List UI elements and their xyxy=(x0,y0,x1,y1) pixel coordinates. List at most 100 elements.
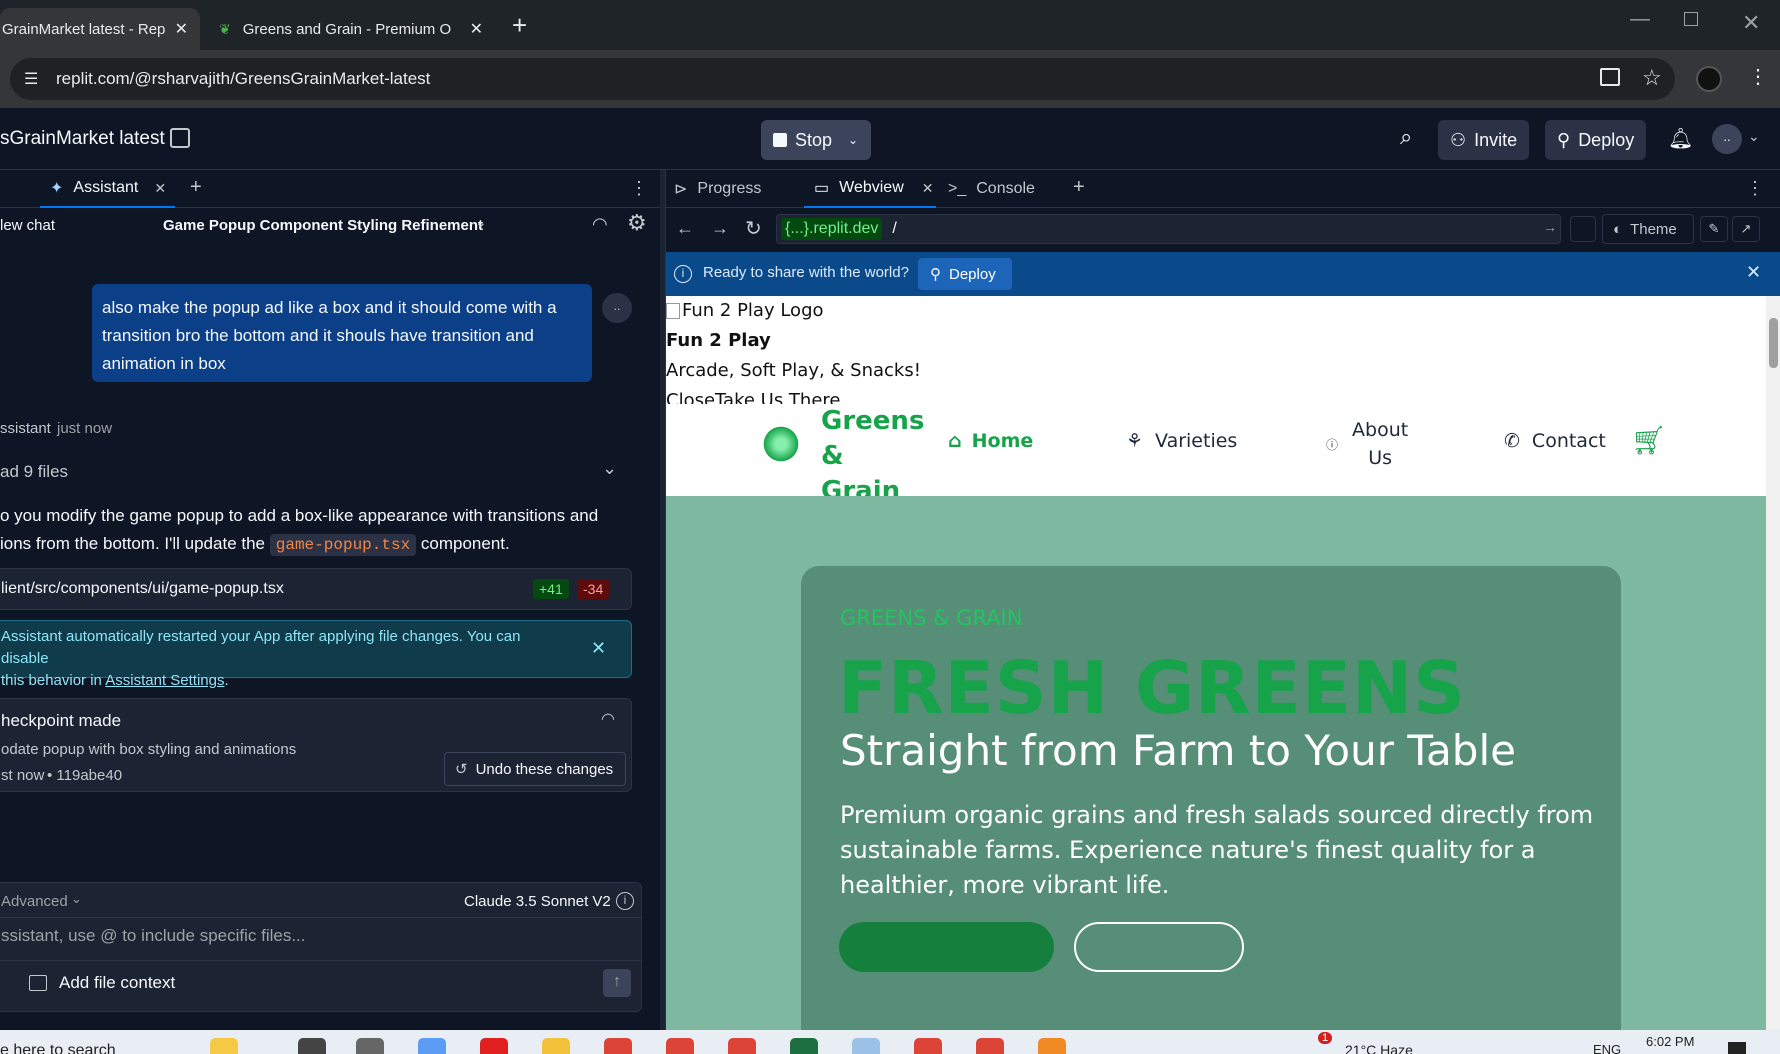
chrome-icon[interactable] xyxy=(976,1038,1004,1054)
gear-icon[interactable]: ⚙ xyxy=(627,210,647,236)
nav-contact[interactable]: ✆ Contact xyxy=(1504,430,1606,452)
avatar[interactable]: .. xyxy=(1712,124,1742,154)
chrome-icon[interactable] xyxy=(728,1038,756,1054)
reload-icon[interactable]: ↻ xyxy=(745,216,762,241)
site-brand[interactable]: Greens & Grain xyxy=(821,404,924,509)
search-icon[interactable] xyxy=(298,1038,326,1054)
browser-tab-active[interactable]: GrainMarket latest - Rep ✕ xyxy=(0,8,200,50)
undo-label: Undo these changes xyxy=(475,760,614,778)
new-tab-icon[interactable]: + xyxy=(512,10,527,41)
copilot-icon[interactable] xyxy=(418,1038,446,1054)
back-icon[interactable]: ← xyxy=(676,218,694,239)
notification-badge: 1 xyxy=(1318,1032,1333,1044)
profile-avatar[interactable] xyxy=(1696,66,1722,92)
open-external-icon[interactable]: ↗ xyxy=(1732,216,1760,242)
webview-url-field[interactable]: {...}.replit.dev / → xyxy=(776,214,1561,244)
bell-icon[interactable]: 🔔︎ xyxy=(1668,126,1693,151)
chrome-icon[interactable] xyxy=(666,1038,694,1054)
devices-icon[interactable] xyxy=(1570,216,1596,242)
new-tab-icon[interactable]: + xyxy=(190,176,202,199)
send-button[interactable]: ↑ xyxy=(603,969,631,997)
add-file-context-icon[interactable] xyxy=(29,975,47,991)
nav-home[interactable]: ⌂ Home xyxy=(948,430,1033,452)
add-file-context-button[interactable]: Add file context xyxy=(59,973,175,993)
info-icon[interactable]: i xyxy=(616,892,634,910)
forward-icon[interactable]: → xyxy=(711,218,729,239)
tab-assistant[interactable]: ✦ Assistant ✕ xyxy=(40,170,175,208)
notification-icon[interactable] xyxy=(1728,1042,1746,1054)
language-indicator[interactable]: ENG xyxy=(1593,1042,1621,1054)
sender-label: ssistant xyxy=(0,420,51,437)
invite-button[interactable]: ⚇ Invite xyxy=(1438,120,1530,160)
new-chat-link[interactable]: lew chat xyxy=(0,217,55,234)
task-view-icon[interactable] xyxy=(356,1038,384,1054)
chrome-icon[interactable] xyxy=(604,1038,632,1054)
advanced-toggle[interactable]: Advanced xyxy=(1,893,68,910)
new-tab-icon[interactable]: + xyxy=(1073,176,1085,199)
hero-secondary-button[interactable] xyxy=(1074,922,1244,972)
app-icon[interactable] xyxy=(1038,1038,1066,1054)
file-tree-icon[interactable] xyxy=(170,128,190,148)
star-icon[interactable]: ☆ xyxy=(1642,65,1662,91)
project-name[interactable]: sGrainMarket latest xyxy=(0,128,165,150)
webview-scrollbar[interactable] xyxy=(1766,296,1780,1030)
scroll-thumb[interactable] xyxy=(1769,318,1778,368)
nav-varieties[interactable]: ⚘ Varieties xyxy=(1126,430,1237,452)
site-info-icon[interactable]: ☰ xyxy=(24,69,38,89)
hero-primary-button[interactable] xyxy=(839,922,1054,972)
read-files-summary[interactable]: ad 9 files xyxy=(0,462,68,482)
clock[interactable]: 6:02 PM xyxy=(1646,1034,1694,1049)
close-icon[interactable]: ✕ xyxy=(154,180,166,197)
chevron-down-icon[interactable]: ⌄ xyxy=(1748,128,1760,145)
taskbar-search[interactable]: e here to search xyxy=(0,1042,116,1054)
assistant-settings-link[interactable]: Assistant Settings xyxy=(105,672,224,689)
chevron-down-icon[interactable]: ⌄ xyxy=(602,458,617,479)
close-window-icon[interactable]: ✕ xyxy=(1742,10,1760,36)
folder-icon[interactable] xyxy=(542,1038,570,1054)
tab-console[interactable]: >_ Console xyxy=(942,170,1035,208)
stop-button[interactable]: Stop ⌄ xyxy=(761,120,871,160)
assistant-input[interactable]: ssistant, use @ to include specific file… xyxy=(0,917,641,961)
search-icon[interactable]: ⌕ xyxy=(1400,124,1412,150)
chat-title[interactable]: Game Popup Component Styling Refinement xyxy=(163,217,483,234)
url-field[interactable]: ☰ replit.com/@rsharvajith/GreensGrainMar… xyxy=(10,58,1675,100)
tab-webview[interactable]: ▭ Webview ✕ xyxy=(804,170,936,208)
devtools-icon[interactable]: ✎ xyxy=(1700,216,1728,242)
paint-icon[interactable] xyxy=(852,1038,880,1054)
close-icon[interactable]: ✕ xyxy=(591,637,606,659)
close-icon[interactable]: ✕ xyxy=(470,19,483,39)
nav-about[interactable]: ⓘ About Us xyxy=(1326,416,1408,472)
chrome-icon[interactable] xyxy=(914,1038,942,1054)
deploy-button[interactable]: ⚲ Deploy xyxy=(1545,120,1647,160)
undo-icon: ↺ xyxy=(455,761,468,778)
theme-button[interactable]: ◐ Theme xyxy=(1602,214,1694,244)
close-icon[interactable]: ✕ xyxy=(175,19,188,39)
tab-progress[interactable]: ⊳ Progress xyxy=(674,170,761,208)
menu-kebab-icon[interactable]: ⋮ xyxy=(1748,64,1768,89)
close-icon[interactable]: ✕ xyxy=(1746,262,1761,283)
youtube-icon[interactable] xyxy=(480,1038,508,1054)
close-icon[interactable]: ✕ xyxy=(922,180,934,197)
install-icon[interactable] xyxy=(1600,68,1620,86)
chevron-down-icon[interactable]: ⌄ xyxy=(475,214,487,231)
restore-icon[interactable] xyxy=(1684,12,1698,26)
undo-button[interactable]: ↺ Undo these changes xyxy=(444,752,626,786)
file-change-card[interactable]: lient/src/components/ui/game-popup.tsx +… xyxy=(0,568,632,610)
theme-label: Theme xyxy=(1630,220,1677,238)
browser-tab[interactable]: ❦ Greens and Grain - Premium O ✕ xyxy=(205,8,495,50)
site-logo[interactable] xyxy=(761,424,801,464)
weather-text[interactable]: 21°C Haze xyxy=(1345,1042,1413,1054)
minimize-icon[interactable]: — xyxy=(1630,8,1650,31)
go-icon[interactable]: → xyxy=(1543,219,1557,235)
gauge-icon[interactable]: ◠ xyxy=(592,214,608,235)
chevron-down-icon[interactable]: ⌄ xyxy=(848,133,858,147)
share-deploy-button[interactable]: ⚲ Deploy xyxy=(918,258,1012,290)
widget-icon[interactable] xyxy=(210,1038,238,1054)
cart-icon[interactable]: 🛒︎ xyxy=(1631,424,1667,457)
more-icon[interactable]: ⋮ xyxy=(630,178,648,199)
excel-icon[interactable] xyxy=(790,1038,818,1054)
chevron-down-icon[interactable]: ⌄ xyxy=(71,891,82,907)
avatar[interactable]: .. xyxy=(602,293,632,323)
model-selector[interactable]: Claude 3.5 Sonnet V2 xyxy=(464,893,611,910)
more-icon[interactable]: ⋮ xyxy=(1746,178,1764,199)
